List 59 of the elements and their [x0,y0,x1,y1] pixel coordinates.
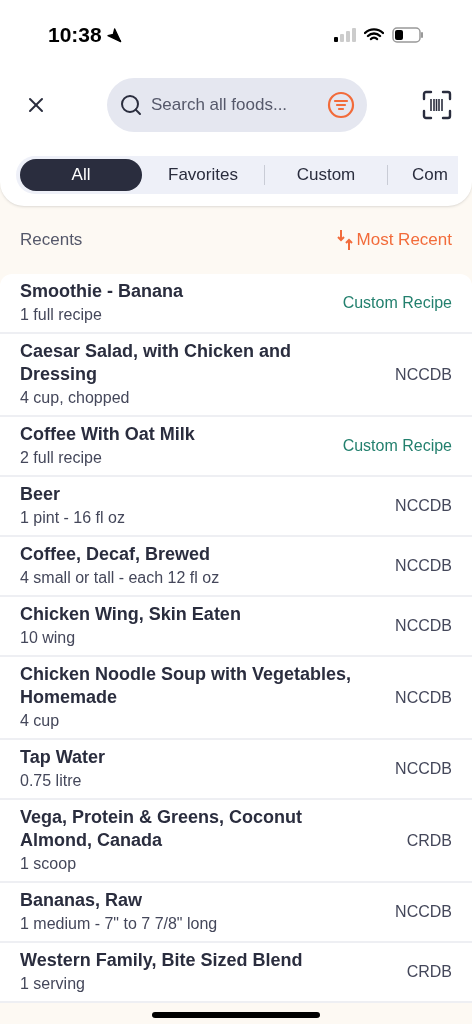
food-source: NCCDB [395,687,452,708]
food-row[interactable]: Western Family, Bite Sized Blend 1 serving CRDB [0,943,472,1003]
food-serving: 4 cup, chopped [20,388,130,408]
food-name: Chicken Noodle Soup with Vegetables, Homemade [20,663,353,709]
food-serving: 1 medium - 7" to 7 7/8" long [20,914,218,934]
food-serving: 4 small or tall - each 12 fl oz [20,568,220,588]
food-serving: 1 full recipe [20,305,102,325]
food-source: NCCDB [395,364,452,385]
search-field[interactable]: Search all foods... [107,78,367,132]
food-source: Custom Recipe [342,293,452,313]
filter-tab[interactable]: All [20,159,142,191]
food-row[interactable]: Chicken Noodle Soup with Vegetables, Homemade 4 cup NCCDB [0,657,472,740]
filter-tab[interactable]: Com [388,159,472,191]
food-serving: 4 cup [20,711,60,731]
filter-tab[interactable]: Favorites [142,159,264,191]
food-source: CRDB [406,962,452,982]
food-source: Custom Recipe [342,436,452,456]
food-row[interactable]: Coffee, Decaf, Brewed 4 small or tall - each 12 fl oz NCCDB [0,537,472,597]
food-name: Smoothie - Banana [20,280,184,303]
food-name: Tap Water [20,746,105,769]
food-serving: 1 pint - 16 fl oz [20,508,125,528]
food-name: Bananas, Raw [20,889,143,912]
search-icon [119,93,143,117]
signal-icon [334,28,356,42]
food-name: Coffee With Oat Milk [20,423,195,446]
food-serving: 1 serving [20,974,85,994]
sort-icon [336,228,353,252]
food-row[interactable]: Beer 1 pint - 16 fl oz NCCDB [0,477,472,537]
food-row[interactable]: Smoothie - Banana 1 full recipe Custom Recipe [0,274,472,334]
food-name: Western Family, Bite Sized Blend [20,949,303,972]
search-input[interactable]: Search all foods... [151,92,319,118]
food-row[interactable]: Tap Water 0.75 litre NCCDB [0,740,472,800]
food-source: NCCDB [395,616,452,636]
food-serving: 10 wing [20,628,76,648]
food-name: Beer [20,483,61,506]
food-serving: 0.75 litre [20,771,82,791]
food-name: Caesar Salad, with Chicken and Dressing [20,340,293,386]
food-serving: 2 full recipe [20,448,102,468]
food-row[interactable]: Bananas, Raw 1 medium - 7" to 7 7/8" long NCCDB [0,883,472,943]
food-name: Vega, Protein & Greens, Coconut Almond, Canada [20,806,304,852]
barcode-scan-icon[interactable] [422,90,452,120]
food-source: NCCDB [395,759,452,779]
location-icon [105,27,122,43]
food-source: NCCDB [395,556,452,576]
food-name: Coffee, Decaf, Brewed [20,543,211,566]
food-serving: 1 scoop [20,854,77,874]
battery-icon [392,27,424,43]
section-title: Recents [20,229,83,252]
food-name: Chicken Wing, Skin Eaten [20,603,241,626]
food-row[interactable]: Coffee With Oat Milk 2 full recipe Custom Recipe [0,417,472,477]
wifi-icon [364,28,384,42]
food-row[interactable]: Vega, Protein & Greens, Coconut Almond, Canada 1 scoop CRDB [0,800,472,883]
food-source: NCCDB [395,902,452,922]
food-row[interactable]: Chicken Wing, Skin Eaten 10 wing NCCDB [0,597,472,657]
filter-tab[interactable]: Custom [265,159,387,191]
status-time: 10:38 [48,22,102,49]
food-source: CRDB [406,830,452,851]
food-source: NCCDB [395,496,452,516]
food-row[interactable]: Caesar Salad, with Chicken and Dressing 4 cup, chopped NCCDB [0,334,472,417]
